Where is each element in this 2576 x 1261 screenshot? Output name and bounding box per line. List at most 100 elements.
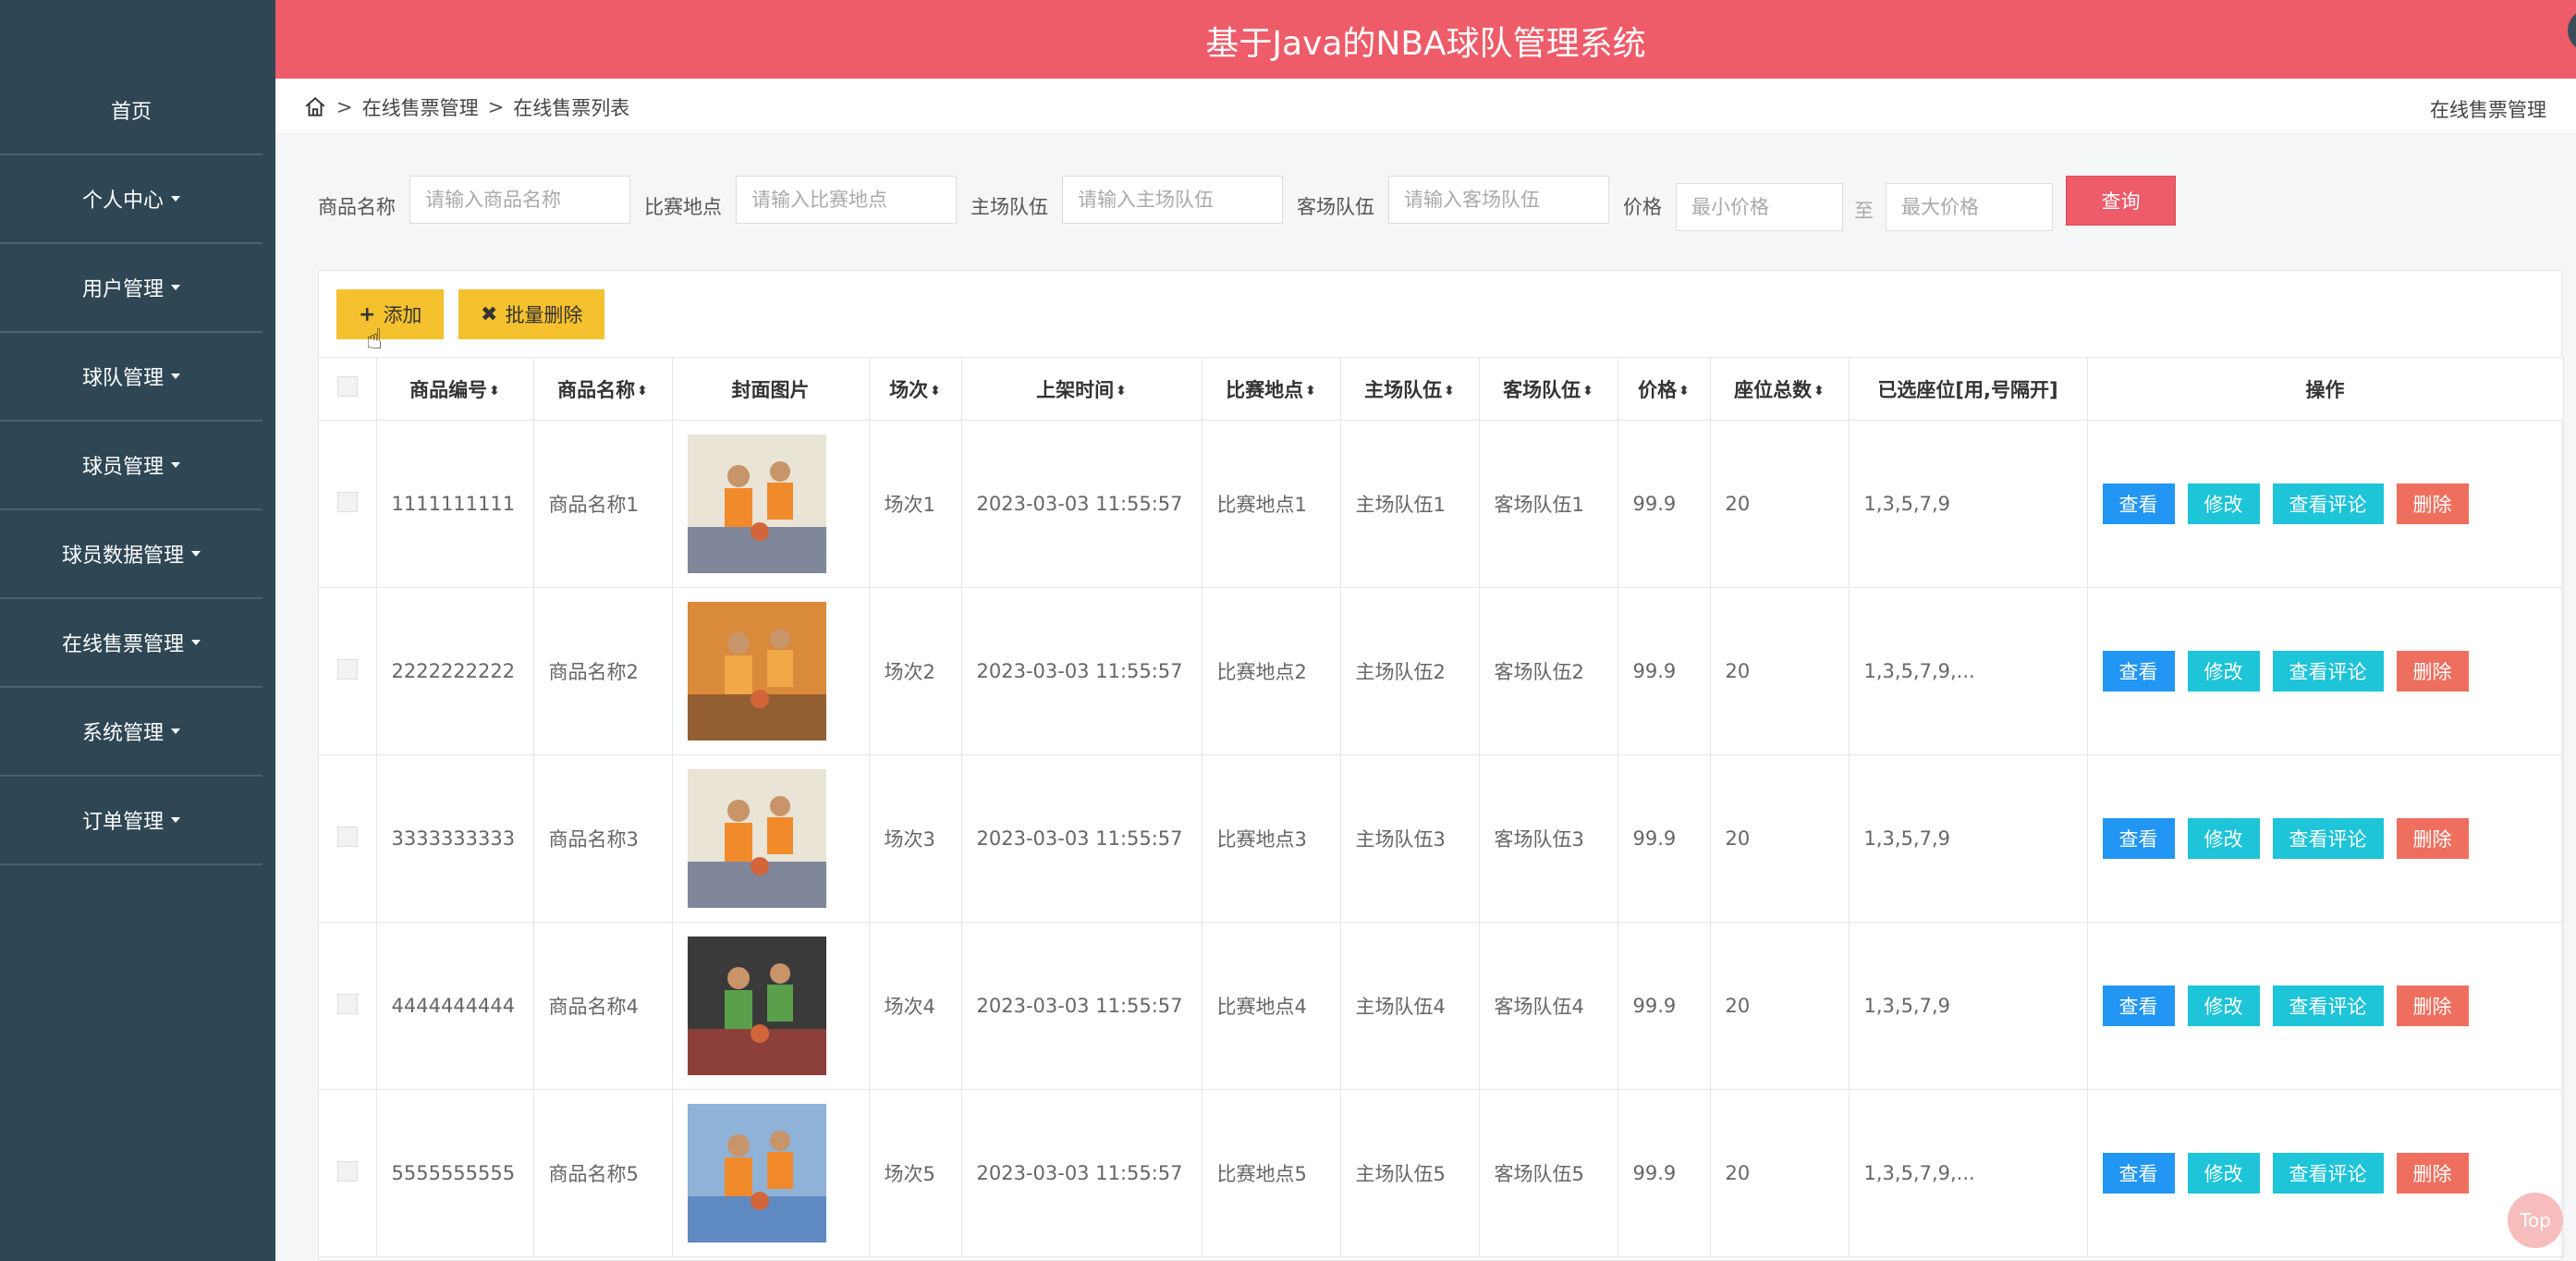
row-checkbox[interactable] xyxy=(336,658,358,679)
table-row[interactable]: 5555555555 商品名称5 场次5 2023-03-03 11:55:57… xyxy=(319,1089,2564,1257)
sort-icon[interactable]: ⬍ xyxy=(637,385,648,398)
cell-home-team: 主场队伍2 xyxy=(1340,587,1480,755)
product-name-label: 商品名称 xyxy=(318,196,396,218)
view-button[interactable]: 查看 xyxy=(2102,986,2175,1026)
view-comments-button[interactable]: 查看评论 xyxy=(2272,651,2384,692)
table-row[interactable]: 4444444444 商品名称4 场次4 2023-03-03 11:55:57… xyxy=(319,922,2564,1090)
away-team-input[interactable] xyxy=(1388,176,1609,224)
sidebar-item-user-management[interactable]: 用户管理 xyxy=(0,244,262,333)
plus-icon: + xyxy=(359,302,376,326)
ticket-table-panel: + 添加 ✖ 批量删除 商品编号 ⬍ 商品名称 ⬍ 封面图片 场次 ⬍ 上架时间 ⬍ 比… xyxy=(318,270,2564,1261)
cell-away-team: 客场队伍5 xyxy=(1479,1089,1618,1257)
cell-actions: 查看 修改 查看评论 删除 xyxy=(2087,754,2564,923)
sidebar-item-label: 用户管理 xyxy=(81,278,164,301)
view-comments-button[interactable]: 查看评论 xyxy=(2272,484,2384,524)
caret-down-icon xyxy=(191,551,201,557)
table-row[interactable]: 1111111111 商品名称1 场次1 2023-03-03 11:55:57… xyxy=(319,420,2564,588)
view-button[interactable]: 查看 xyxy=(2102,818,2175,859)
sort-icon[interactable]: ⬍ xyxy=(1813,385,1825,398)
row-checkbox[interactable] xyxy=(336,491,358,512)
delete-button[interactable]: 删除 xyxy=(2396,1153,2469,1194)
cell-session: 场次3 xyxy=(869,754,962,923)
table-row[interactable]: 2222222222 商品名称2 场次2 2023-03-03 11:55:57… xyxy=(319,587,2564,755)
sidebar-item-system[interactable]: 系统管理 xyxy=(0,688,262,777)
cover-image xyxy=(687,769,826,908)
home-team-input[interactable] xyxy=(1062,176,1283,224)
sidebar-item-label: 在线售票管理 xyxy=(61,633,184,656)
cell-cover xyxy=(672,754,870,923)
cell-seat-total: 20 xyxy=(1710,587,1850,755)
batch-delete-button[interactable]: ✖ 批量删除 xyxy=(458,289,605,339)
table-row[interactable]: 3333333333 商品名称3 场次3 2023-03-03 11:55:57… xyxy=(319,754,2564,923)
column-header-venue[interactable]: 比赛地点 ⬍ xyxy=(1202,357,1341,421)
column-header-time[interactable]: 上架时间 ⬍ xyxy=(961,357,1203,421)
sort-icon[interactable]: ⬍ xyxy=(1679,385,1690,398)
column-header-id[interactable]: 商品编号 ⬍ xyxy=(376,357,534,421)
cell-id: 1111111111 xyxy=(376,420,534,588)
back-to-top-button[interactable]: Top xyxy=(2508,1193,2563,1248)
cell-venue: 比赛地点5 xyxy=(1202,1089,1341,1257)
sort-icon[interactable]: ⬍ xyxy=(489,385,500,398)
view-comments-button[interactable]: 查看评论 xyxy=(2272,818,2384,859)
caret-down-icon xyxy=(171,373,180,379)
sort-icon[interactable]: ⬍ xyxy=(1582,385,1593,398)
edit-button[interactable]: 修改 xyxy=(2187,986,2260,1026)
cell-venue: 比赛地点4 xyxy=(1202,922,1341,1090)
edit-button[interactable]: 修改 xyxy=(2187,1153,2260,1194)
column-header-session[interactable]: 场次 ⬍ xyxy=(869,357,962,421)
sidebar-item-player-management[interactable]: 球员管理 xyxy=(0,422,262,510)
cell-id: 5555555555 xyxy=(376,1089,534,1257)
cell-away-team: 客场队伍4 xyxy=(1479,922,1618,1090)
cell-name: 商品名称4 xyxy=(533,922,673,1090)
select-all-checkbox[interactable] xyxy=(336,376,358,397)
delete-button[interactable]: 删除 xyxy=(2396,484,2469,524)
column-header-price[interactable]: 价格 ⬍ xyxy=(1618,357,1711,421)
sort-icon[interactable]: ⬍ xyxy=(1116,385,1127,398)
edit-button[interactable]: 修改 xyxy=(2187,484,2260,524)
row-checkbox-cell xyxy=(319,420,377,588)
cell-name: 商品名称1 xyxy=(533,420,673,588)
sidebar-item-team-management[interactable]: 球队管理 xyxy=(0,333,262,422)
away-team-label: 客场队伍 xyxy=(1297,196,1374,218)
sidebar-item-ticketing[interactable]: 在线售票管理 xyxy=(0,599,262,688)
sort-icon[interactable]: ⬍ xyxy=(930,385,941,398)
query-button[interactable]: 查询 xyxy=(2066,176,2176,226)
row-checkbox[interactable] xyxy=(336,993,358,1014)
column-header-away[interactable]: 客场队伍 ⬍ xyxy=(1479,357,1618,421)
sidebar-item-player-data[interactable]: 球员数据管理 xyxy=(0,510,262,599)
cell-venue: 比赛地点3 xyxy=(1202,754,1341,923)
view-button[interactable]: 查看 xyxy=(2102,1153,2175,1194)
app-title: 基于Java的NBA球队管理系统 xyxy=(1205,25,1646,63)
row-checkbox[interactable] xyxy=(336,1160,358,1181)
home-icon[interactable] xyxy=(303,95,327,119)
row-checkbox[interactable] xyxy=(336,826,358,847)
product-name-input[interactable] xyxy=(409,176,630,224)
view-comments-button[interactable]: 查看评论 xyxy=(2272,986,2384,1026)
delete-button[interactable]: 删除 xyxy=(2396,818,2469,859)
cell-id: 2222222222 xyxy=(376,587,534,755)
breadcrumb-item[interactable]: 在线售票管理 xyxy=(362,93,479,121)
column-header-seats[interactable]: 座位总数 ⬍ xyxy=(1710,357,1850,421)
sort-icon[interactable]: ⬍ xyxy=(1305,385,1316,398)
add-button[interactable]: + 添加 xyxy=(336,289,445,339)
view-comments-button[interactable]: 查看评论 xyxy=(2272,1153,2384,1194)
cell-home-team: 主场队伍3 xyxy=(1340,754,1480,923)
sidebar-item-orders[interactable]: 订单管理 xyxy=(0,777,262,865)
venue-input[interactable] xyxy=(736,176,957,224)
view-button[interactable]: 查看 xyxy=(2102,651,2175,692)
sort-icon[interactable]: ⬍ xyxy=(1444,385,1455,398)
cell-name: 商品名称3 xyxy=(533,754,673,923)
column-header-home[interactable]: 主场队伍 ⬍ xyxy=(1340,357,1480,421)
sidebar-item-home[interactable]: 首页 xyxy=(0,67,262,155)
sidebar-item-personal-center[interactable]: 个人中心 xyxy=(0,155,262,244)
edit-button[interactable]: 修改 xyxy=(2187,651,2260,692)
sidebar-item-label: 系统管理 xyxy=(81,722,164,745)
delete-button[interactable]: 删除 xyxy=(2396,986,2469,1026)
max-price-input[interactable] xyxy=(1886,183,2053,231)
min-price-input[interactable] xyxy=(1676,183,1843,231)
edit-button[interactable]: 修改 xyxy=(2187,818,2260,859)
view-button[interactable]: 查看 xyxy=(2102,484,2175,524)
delete-button[interactable]: 删除 xyxy=(2396,651,2469,692)
caret-down-icon xyxy=(171,285,180,290)
column-header-name[interactable]: 商品名称 ⬍ xyxy=(533,357,673,421)
